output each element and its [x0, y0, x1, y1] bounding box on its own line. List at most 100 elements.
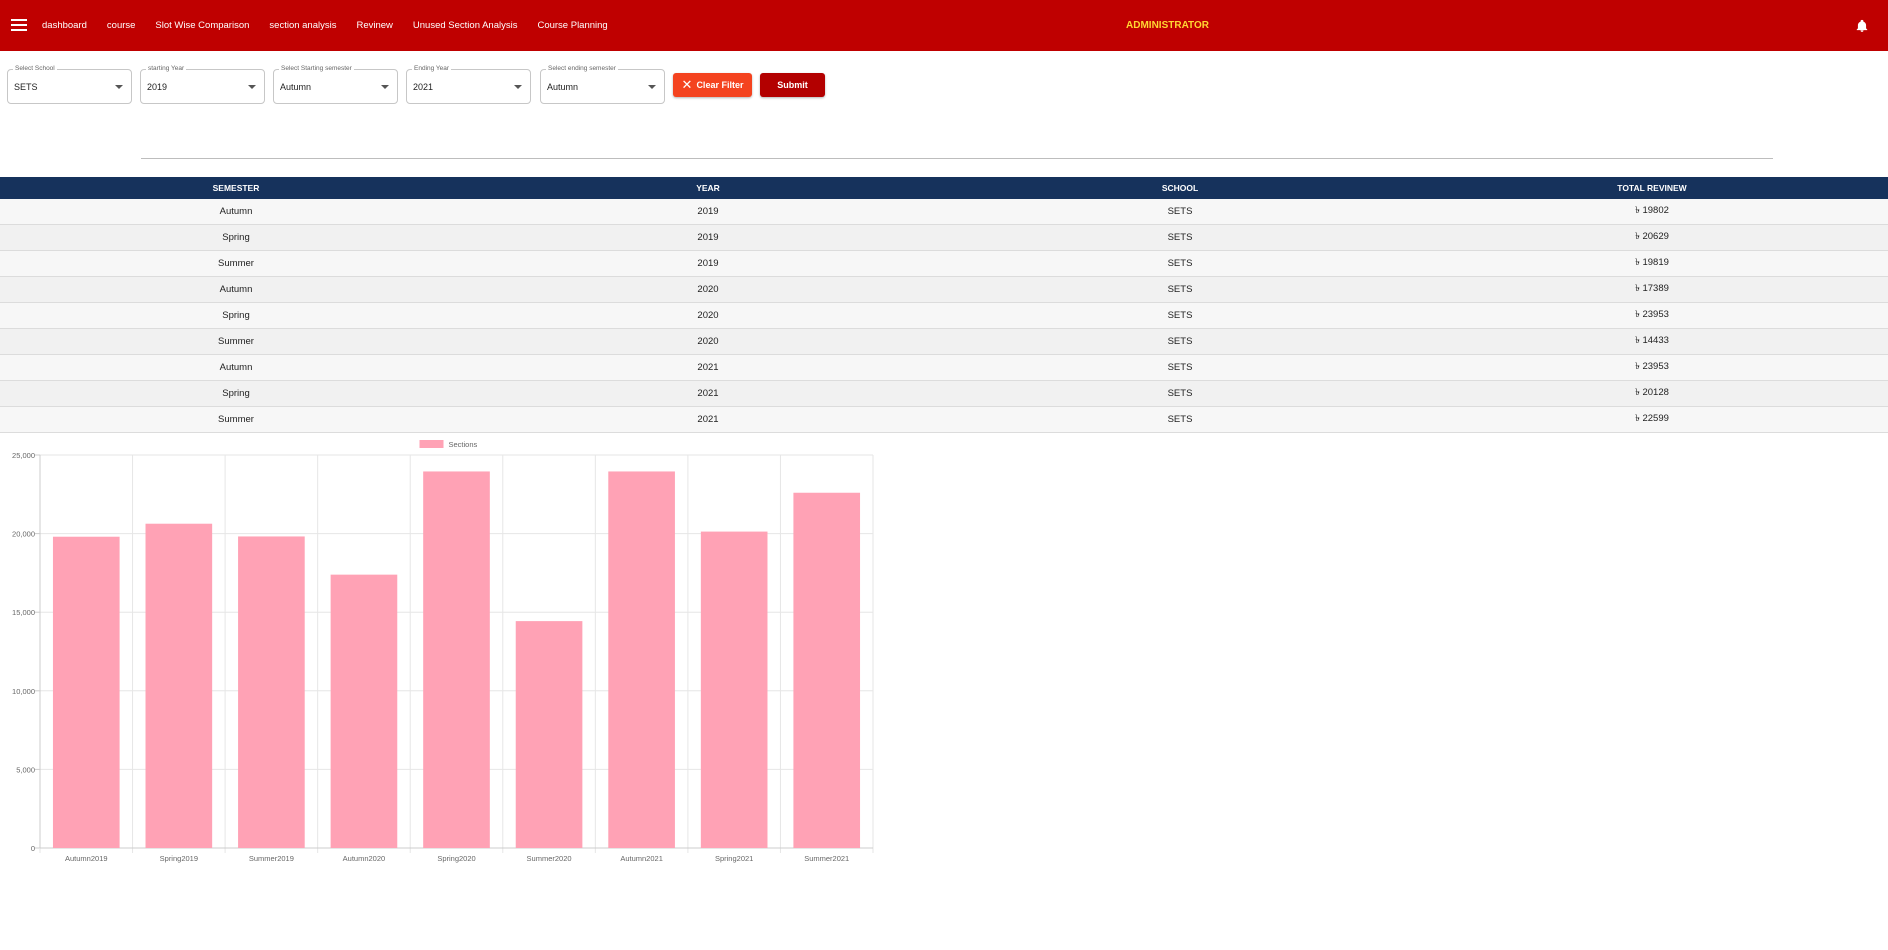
divider [141, 158, 1773, 159]
cell-year: 2021 [697, 362, 719, 373]
cell-semester: Spring [222, 388, 250, 399]
cell-semester: Summer [218, 414, 254, 425]
column-header-year[interactable]: YEAR [472, 177, 944, 199]
select-school-dropdown[interactable]: Select School SETS [7, 64, 132, 104]
sections-bar-chart: 0 5,000 10,000 15,000 20,000 25,000 Autumn2019… [12, 440, 874, 863]
hamburger-menu-icon[interactable] [11, 16, 27, 32]
y-tick-label: 0 [31, 844, 35, 853]
clear-filter-button[interactable]: ✕ Clear Filter [673, 73, 752, 97]
legend-swatch [419, 440, 444, 448]
cell-school: SETS [1167, 206, 1193, 217]
starting-year-label: starting Year [146, 64, 187, 74]
cell-school: SETS [1167, 232, 1193, 243]
ending-semester-value: Autumn [547, 82, 579, 92]
notification-bell-icon[interactable] [1855, 18, 1869, 34]
select-school-label: Select School [13, 64, 57, 74]
main-nav: dashboard course Slot Wise Comparison se… [42, 0, 628, 51]
cell-year: 2021 [697, 388, 719, 399]
table-row[interactable]: Autumn 2019 SETS ৳ 19802 [0, 199, 1888, 225]
y-tick-label: 10,000 [12, 687, 35, 696]
submit-button[interactable]: Submit [760, 73, 825, 97]
user-role-label: ADMINISTRATOR [1126, 20, 1209, 31]
cell-year: 2019 [697, 258, 719, 269]
nav-link-slot-wise-comparison[interactable]: Slot Wise Comparison [155, 20, 249, 31]
table-header: SEMESTER YEAR SCHOOL TOTAL REVINEW [0, 177, 1888, 199]
cell-total-revinew: ৳ 20629 [1635, 231, 1669, 242]
table-row[interactable]: Summer 2021 SETS ৳ 22599 [0, 407, 1888, 433]
x-tick-label: Spring2019 [160, 854, 198, 863]
cell-total-revinew: ৳ 17389 [1635, 283, 1669, 294]
cell-school: SETS [1167, 284, 1193, 295]
bar [700, 531, 768, 848]
nav-link-dashboard[interactable]: dashboard [42, 20, 87, 31]
table-row[interactable]: Spring 2020 SETS ৳ 23953 [0, 303, 1888, 329]
cell-total-revinew: ৳ 14433 [1635, 335, 1669, 346]
cell-school: SETS [1167, 414, 1193, 425]
y-tick-label: 5,000 [16, 765, 35, 774]
table-row[interactable]: Autumn 2021 SETS ৳ 23953 [0, 355, 1888, 381]
bar [238, 536, 305, 848]
cell-school: SETS [1167, 336, 1193, 347]
bar [608, 471, 675, 848]
y-tick-label: 25,000 [12, 451, 35, 460]
cell-school: SETS [1167, 310, 1193, 321]
cell-total-revinew: ৳ 23953 [1635, 361, 1669, 372]
x-tick-label: Spring2021 [715, 854, 753, 863]
column-header-semester[interactable]: SEMESTER [0, 177, 472, 199]
x-tick-label: Autumn2021 [620, 854, 663, 863]
column-header-total-revinew[interactable]: TOTAL REVINEW [1416, 177, 1888, 199]
ending-year-value: 2021 [413, 82, 434, 92]
cell-school: SETS [1167, 258, 1193, 269]
bar [145, 523, 213, 848]
select-school-value: SETS [14, 82, 38, 92]
cell-total-revinew: ৳ 19802 [1635, 205, 1669, 216]
ending-semester-label: Select ending semester [546, 64, 618, 74]
cell-year: 2020 [697, 336, 719, 347]
nav-link-unused-section-analysis[interactable]: Unused Section Analysis [413, 20, 518, 31]
bar [52, 536, 120, 848]
starting-semester-value: Autumn [280, 82, 312, 92]
cell-semester: Autumn [219, 206, 253, 217]
cell-year: 2019 [697, 206, 719, 217]
table-body: Autumn 2019 SETS ৳ 19802 Spring 2019 SETS ৳ 206… [0, 199, 1888, 433]
x-tick-label: Summer2021 [804, 854, 849, 863]
table-row[interactable]: Autumn 2020 SETS ৳ 17389 [0, 277, 1888, 303]
ending-year-dropdown[interactable]: Ending Year 2021 [406, 64, 531, 104]
cell-school: SETS [1167, 388, 1193, 399]
cell-total-revinew: ৳ 22599 [1635, 413, 1669, 424]
chevron-down-icon [248, 85, 256, 89]
submit-label: Submit [777, 80, 808, 90]
ending-semester-dropdown[interactable]: Select ending semester Autumn [540, 64, 665, 104]
nav-link-revinew[interactable]: Revinew [356, 20, 392, 31]
bar [515, 621, 583, 848]
bar [330, 574, 398, 848]
cell-total-revinew: ৳ 19819 [1635, 257, 1669, 268]
cell-semester: Autumn [219, 362, 253, 373]
starting-semester-dropdown[interactable]: Select Starting semester Autumn [273, 64, 398, 104]
cell-semester: Summer [218, 258, 254, 269]
table-row[interactable]: Spring 2021 SETS ৳ 20128 [0, 381, 1888, 407]
column-header-school[interactable]: SCHOOL [944, 177, 1416, 199]
chevron-down-icon [381, 85, 389, 89]
cell-total-revinew: ৳ 20128 [1635, 387, 1669, 398]
table-row[interactable]: Summer 2020 SETS ৳ 14433 [0, 329, 1888, 355]
y-tick-label: 20,000 [12, 530, 35, 539]
cell-semester: Spring [222, 232, 250, 243]
x-tick-label: Autumn2020 [343, 854, 386, 863]
chevron-down-icon [514, 85, 522, 89]
nav-link-course[interactable]: course [107, 20, 136, 31]
clear-filter-label: Clear Filter [696, 80, 744, 90]
nav-link-course-planning[interactable]: Course Planning [537, 20, 607, 31]
starting-year-dropdown[interactable]: starting Year 2019 [140, 64, 265, 104]
cell-year: 2021 [697, 414, 719, 425]
cell-year: 2019 [697, 232, 719, 243]
bar [793, 492, 861, 848]
table-row[interactable]: Spring 2019 SETS ৳ 20629 [0, 225, 1888, 251]
table-row[interactable]: Summer 2019 SETS ৳ 19819 [0, 251, 1888, 277]
cell-year: 2020 [697, 284, 719, 295]
x-tick-label: Summer2020 [527, 854, 572, 863]
nav-link-section-analysis[interactable]: section analysis [269, 20, 336, 31]
x-tick-label: Summer2019 [249, 854, 294, 863]
chevron-down-icon [648, 85, 656, 89]
ending-year-label: Ending Year [412, 64, 452, 74]
